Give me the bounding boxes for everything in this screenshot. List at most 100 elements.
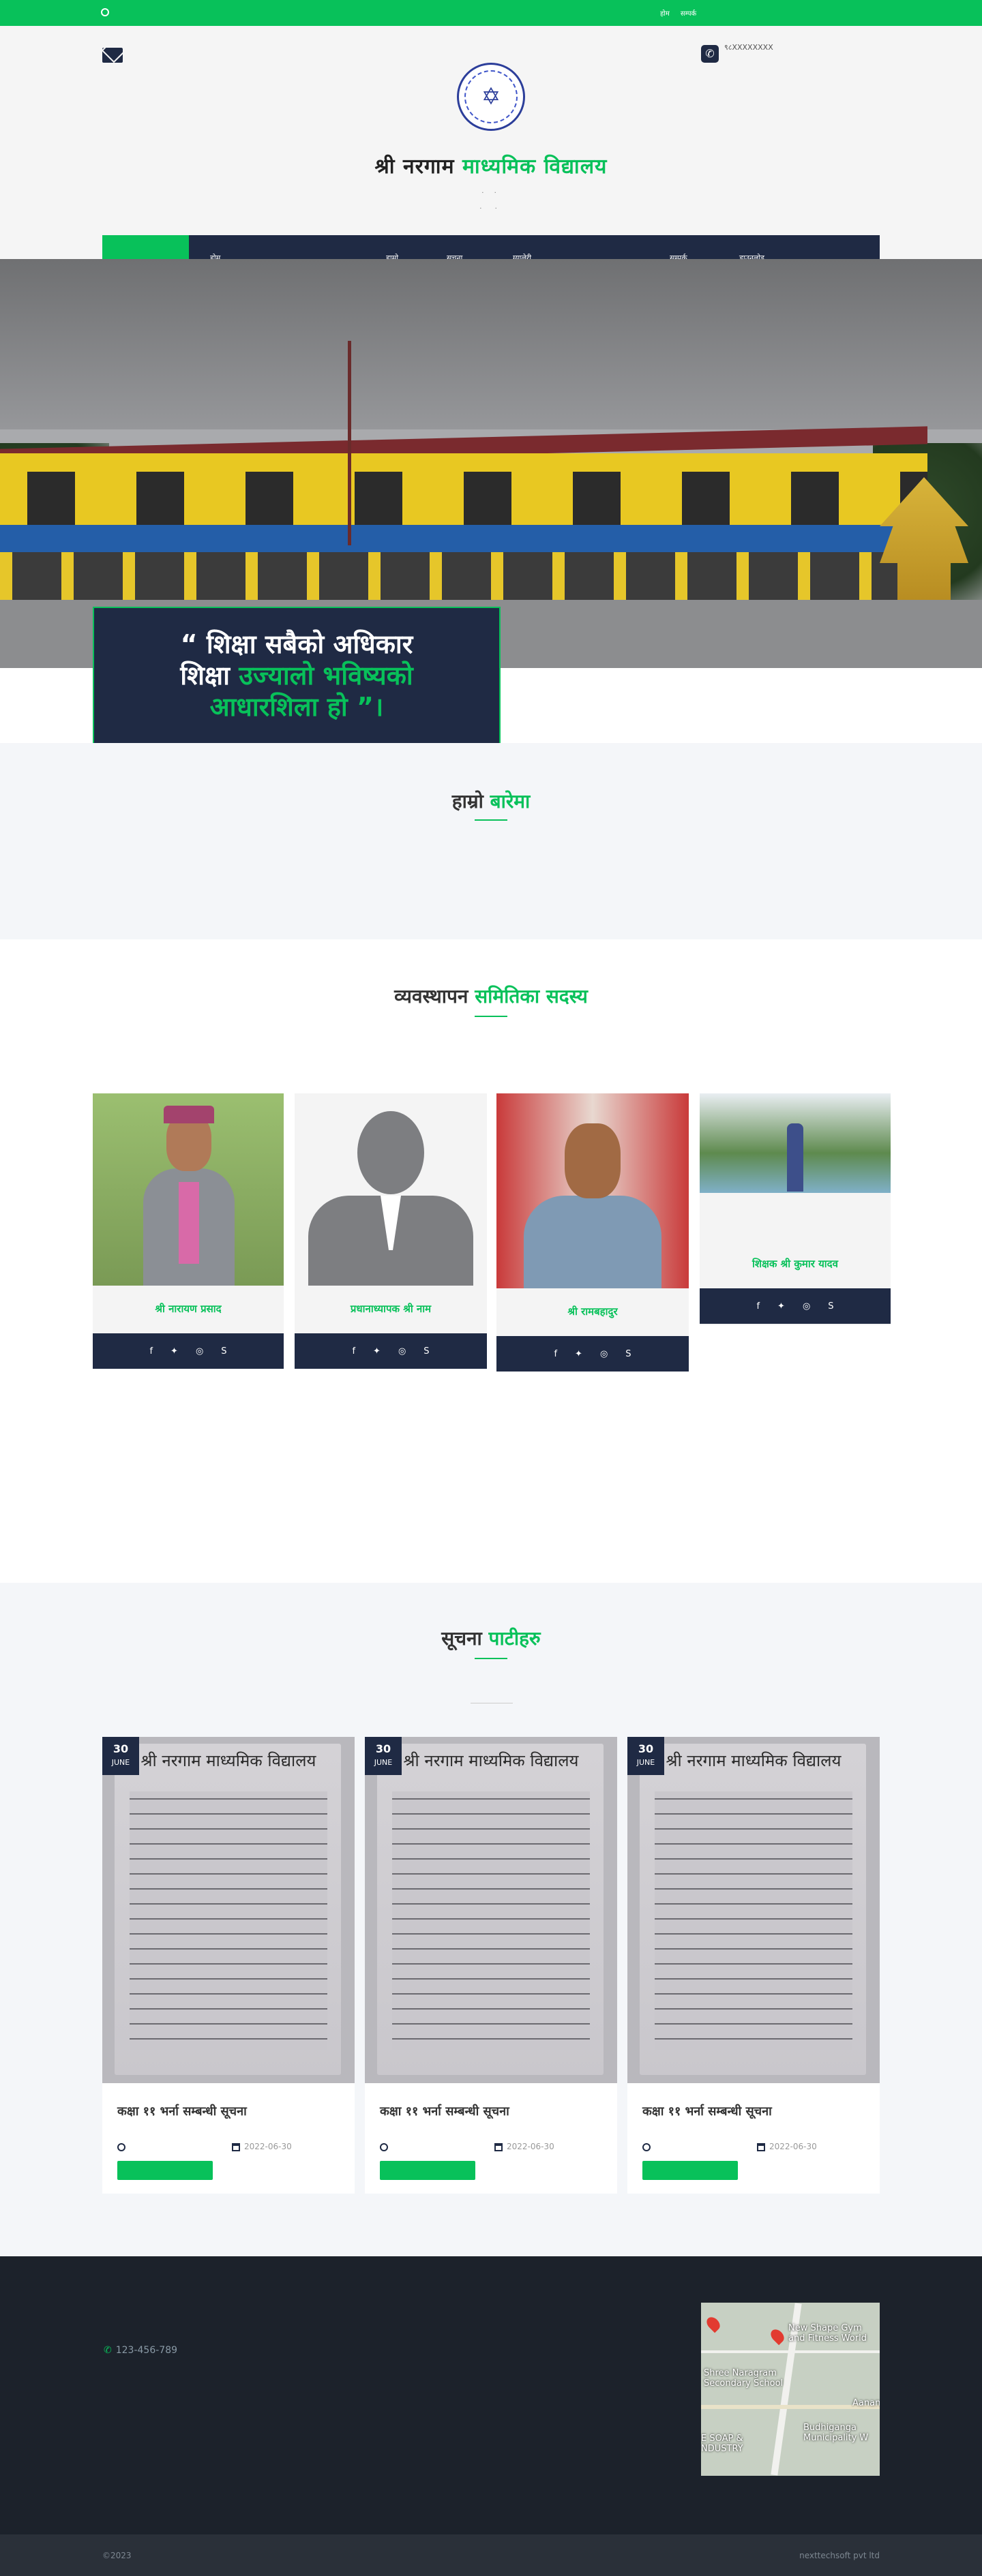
notice-title-text[interactable]: कक्षा ११ भर्ना सम्बन्धी सूचना [380,2102,605,2121]
notice-day: 30 [113,1742,129,1755]
quote-line-1: “ शिक्षा सबैको अधिकार [180,629,413,659]
member-photo [496,1093,689,1288]
team-section: व्यवस्थापन समितिका सदस्य श्री नारायण प्र… [0,939,982,1583]
notice-meta: 2022-06-30 [117,2142,342,2155]
notice-month: JUNE [111,1758,130,1767]
notice-image: श्री नरगाम माध्यमिक विद्यालय [627,1737,880,2083]
notice-card[interactable]: श्री नरगाम माध्यमिक विद्यालय 30 JUNE कक्ष… [365,1737,617,2194]
twitter-icon[interactable]: ✦ [373,1346,381,1357]
read-more-button[interactable] [642,2161,738,2180]
team-card: प्रधानाध्यापक श्री नाम f ✦ ◎ S [295,1093,487,1369]
notice-title-text[interactable]: कक्षा ११ भर्ना सम्बन्धी सूचना [642,2102,867,2121]
school-subtitle-2: . . [479,203,503,211]
team-card: श्री रामबहादुर f ✦ ◎ S [496,1093,689,1372]
site-header [0,26,982,259]
skype-icon[interactable]: S [625,1349,631,1359]
member-photo [700,1093,891,1193]
twitter-icon[interactable]: ✦ [777,1301,785,1312]
facebook-icon[interactable]: f [554,1349,557,1359]
school-name-part2: माध्यमिक विद्यालय [462,155,608,179]
about-title-a: हाम्रो [451,790,490,813]
notice-title: सूचना पाटीहरु [0,1625,982,1651]
top-link-home[interactable]: होम [660,8,670,18]
instagram-icon[interactable]: ◎ [398,1346,406,1357]
notice-image: श्री नरगाम माध्यमिक विद्यालय [102,1737,355,2083]
notice-day: 30 [375,1742,391,1755]
member-photo [295,1093,487,1286]
member-name: श्री नारायण प्रसाद [155,1303,222,1315]
hero-flagpole [348,341,351,545]
notice-meta: 2022-06-30 [642,2142,867,2155]
notice-card[interactable]: श्री नरगाम माध्यमिक विद्यालय 30 JUNE कक्ष… [627,1737,880,2194]
quote-line-3: आधारशिला हो ”। [209,692,384,722]
star-icon: ✡ [481,83,501,110]
facebook-icon[interactable]: f [756,1301,760,1312]
twitter-icon[interactable]: ✦ [170,1346,178,1357]
member-name: श्री रामबहादुर [567,1305,618,1318]
map-label: Aanan [852,2398,880,2408]
notice-underline [475,1658,507,1659]
top-link-contact[interactable]: सम्पर्क [681,8,696,18]
facebook-icon[interactable]: f [149,1346,153,1357]
member-social: f ✦ ◎ S [700,1288,891,1324]
facebook-icon[interactable]: f [352,1346,355,1357]
footer-phone-number: 123-456-789 [115,2345,178,2356]
map-label: New Shape Gym and Fitness World [788,2323,867,2344]
member-social: f ✦ ◎ S [496,1336,689,1372]
skype-icon[interactable]: S [423,1346,429,1357]
user-icon [380,2143,388,2151]
team-card: शिक्षक श्री कुमार यादव f ✦ ◎ S [700,1093,891,1325]
mail-icon[interactable] [102,48,123,63]
member-name: प्रधानाध्यापक श्री नाम [350,1303,432,1315]
notice-date: 2022-06-30 [244,2142,292,2151]
notice-date-badge: 30 JUNE [627,1737,664,1775]
notice-month: JUNE [374,1758,393,1767]
notice-doc-title: श्री नरगाम माध्यमिक विद्यालय [140,1751,316,1770]
twitter-icon[interactable]: ✦ [575,1349,582,1359]
skype-icon[interactable]: S [221,1346,226,1357]
team-title: व्यवस्थापन समितिका सदस्य [0,983,982,1009]
school-logo[interactable]: ✡ [457,63,525,131]
map-label: Shree Naragram Secondary School [704,2368,784,2389]
footer-phone[interactable]: ✆ 123-456-789 [104,2345,177,2356]
quote-line-2b: उज्यालो भविष्यको [239,661,413,691]
read-more-button[interactable] [117,2161,213,2180]
notice-day: 30 [638,1742,654,1755]
developer-link[interactable]: nexttechsoft pvt ltd [799,2551,880,2560]
hero-arches [0,472,927,533]
map-label: E SOAP & NDUSTRY [701,2434,743,2454]
phone-icon: ✆ [701,45,719,63]
top-bar: होम सम्पर्क [0,0,982,26]
notice-title-text[interactable]: कक्षा ११ भर्ना सम्बन्धी सूचना [117,2102,342,2121]
notice-date-badge: 30 JUNE [365,1737,402,1775]
team-card: श्री नारायण प्रसाद f ✦ ◎ S [93,1093,284,1369]
read-more-button[interactable] [380,2161,475,2180]
notice-card[interactable]: श्री नरगाम माध्यमिक विद्यालय 30 JUNE कक्ष… [102,1737,355,2194]
calendar-icon [494,2143,503,2151]
location-map[interactable]: New Shape Gym and Fitness World Shree Na… [701,2303,880,2476]
user-icon [642,2143,651,2151]
skype-icon[interactable]: S [828,1301,833,1312]
map-pin-icon [704,2314,723,2333]
map-pin-icon [768,2327,787,2346]
instagram-icon[interactable]: ◎ [196,1346,203,1357]
clock-icon [101,8,109,16]
member-social: f ✦ ◎ S [295,1333,487,1369]
instagram-icon[interactable]: ◎ [600,1349,608,1359]
hero-band [0,525,927,554]
notice-month: JUNE [636,1758,655,1767]
about-underline [475,819,507,821]
header-phone: ९८XXXXXXXX [724,43,773,52]
about-title: हाम्रो बारेमा [0,788,982,814]
notice-image: श्री नरगाम माध्यमिक विद्यालय [365,1737,617,2083]
top-links: होम सम्पर्क [660,8,696,18]
member-photo [93,1093,284,1286]
instagram-icon[interactable]: ◎ [803,1301,810,1312]
team-title-a: व्यवस्थापन [394,985,475,1007]
calendar-icon [757,2143,765,2151]
notice-date: 2022-06-30 [507,2142,554,2151]
notice-date: 2022-06-30 [769,2142,817,2151]
copyright-text: ©2023 [102,2551,132,2560]
user-icon [117,2143,125,2151]
school-name: श्री नरगाम माध्यमिक विद्यालय [0,151,982,179]
